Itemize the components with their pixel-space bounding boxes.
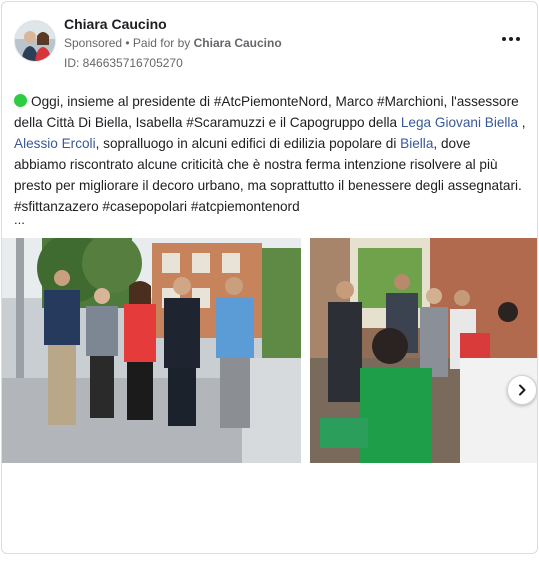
sponsored-line: Sponsored • Paid for by Chiara Caucino <box>64 36 282 50</box>
image-carousel <box>2 238 537 463</box>
avatar[interactable] <box>14 20 56 62</box>
mention-alessio-ercoli[interactable]: Alessio Ercoli <box>14 136 96 151</box>
see-more-link[interactable]: ... <box>14 212 25 227</box>
paid-for-name[interactable]: Chiara Caucino <box>194 36 282 50</box>
meeting-photo[interactable] <box>310 238 537 463</box>
mention-lega-giovani-biella[interactable]: Lega Giovani Biella <box>401 115 518 130</box>
page-name[interactable]: Chiara Caucino <box>64 16 167 32</box>
post-text: Oggi, insieme al presidente di #AtcPiemo… <box>14 91 526 217</box>
green-circle-icon <box>14 94 27 107</box>
post-text-part: , sopralluogo in alcuni edifici di edili… <box>95 136 401 151</box>
chevron-right-icon[interactable] <box>507 375 537 405</box>
more-options-icon[interactable] <box>499 30 523 48</box>
sponsored-label: Sponsored <box>64 36 123 50</box>
paid-for-prefix: • Paid for by <box>125 36 191 50</box>
ad-card: Chiara Caucino Sponsored • Paid for by C… <box>1 1 538 554</box>
mention-biella[interactable]: Biella <box>400 136 433 151</box>
group-photo[interactable] <box>2 238 301 463</box>
post-text-part: , <box>518 115 526 130</box>
ad-header: Chiara Caucino Sponsored • Paid for by C… <box>14 14 525 72</box>
ad-id: ID: 846635716705270 <box>64 56 183 70</box>
